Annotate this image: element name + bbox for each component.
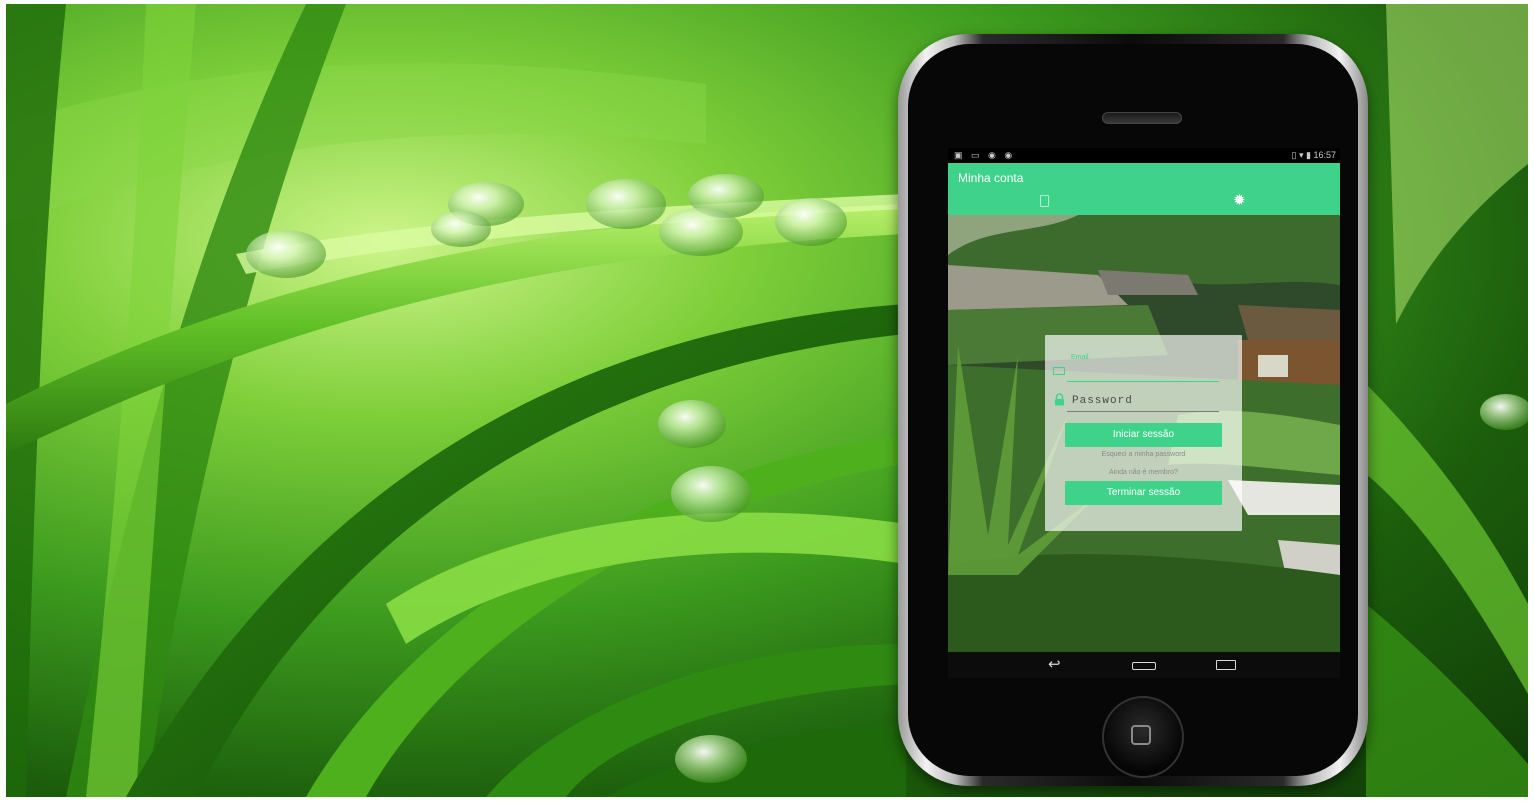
tab-settings[interactable]: ✹ bbox=[1233, 193, 1246, 208]
water-drop bbox=[671, 466, 751, 522]
phone-mockup: ▣ ▭ ◉ ◉ ▯ ▾ ▮ 16:57 Minha conta ✹ Email … bbox=[898, 34, 1368, 786]
home-square-icon bbox=[1131, 725, 1151, 745]
app-bar: Minha conta ✹ bbox=[948, 163, 1340, 215]
phone-body: ▣ ▭ ◉ ◉ ▯ ▾ ▮ 16:57 Minha conta ✹ Email … bbox=[908, 44, 1358, 778]
water-drop bbox=[659, 208, 743, 256]
background-photo: ▣ ▭ ◉ ◉ ▯ ▾ ▮ 16:57 Minha conta ✹ Email … bbox=[6, 4, 1528, 797]
water-drop bbox=[775, 198, 847, 246]
status-time: 16:57 bbox=[1313, 150, 1336, 160]
email-label: Email bbox=[1071, 354, 1089, 361]
email-field[interactable]: Email bbox=[1053, 354, 1219, 382]
gear-icon: ✹ bbox=[1233, 192, 1246, 209]
water-drop bbox=[431, 211, 491, 247]
login-form: Email Password Iniciar sessão Esqueci a … bbox=[1045, 335, 1242, 531]
back-icon[interactable]: ↩ bbox=[1048, 655, 1061, 673]
not-member-link[interactable]: Ainda não é membro? bbox=[1045, 469, 1242, 476]
phone-screen: ▣ ▭ ◉ ◉ ▯ ▾ ▮ 16:57 Minha conta ✹ Email … bbox=[948, 148, 1340, 678]
phone-speaker bbox=[1102, 112, 1182, 124]
home-nav-icon[interactable] bbox=[1132, 662, 1156, 670]
home-button[interactable] bbox=[1102, 696, 1184, 778]
water-drop bbox=[586, 179, 666, 229]
password-field[interactable]: Password bbox=[1055, 391, 1219, 412]
water-drop bbox=[658, 400, 726, 448]
water-drop bbox=[1480, 394, 1528, 430]
recent-apps-icon[interactable] bbox=[1216, 660, 1236, 670]
password-placeholder: Password bbox=[1072, 395, 1133, 407]
system-icons: ▯ ▾ ▮ bbox=[1291, 150, 1311, 160]
login-screen: Email Password Iniciar sessão Esqueci a … bbox=[948, 215, 1340, 652]
tab-document[interactable] bbox=[1040, 195, 1049, 207]
water-drop bbox=[675, 735, 747, 783]
page-title: Minha conta bbox=[958, 171, 1024, 185]
envelope-icon bbox=[1053, 367, 1065, 375]
logout-button[interactable]: Terminar sessão bbox=[1065, 481, 1222, 505]
notification-icons: ▣ ▭ ◉ ◉ bbox=[954, 150, 1016, 160]
water-drop bbox=[246, 230, 326, 278]
login-button[interactable]: Iniciar sessão bbox=[1065, 423, 1222, 447]
status-right: ▯ ▾ ▮ 16:57 bbox=[1292, 150, 1336, 161]
forgot-password-link[interactable]: Esqueci a minha password bbox=[1045, 451, 1242, 458]
lock-icon bbox=[1055, 393, 1064, 406]
android-nav-bar: ↩ bbox=[948, 652, 1340, 678]
status-bar: ▣ ▭ ◉ ◉ ▯ ▾ ▮ 16:57 bbox=[948, 148, 1340, 163]
